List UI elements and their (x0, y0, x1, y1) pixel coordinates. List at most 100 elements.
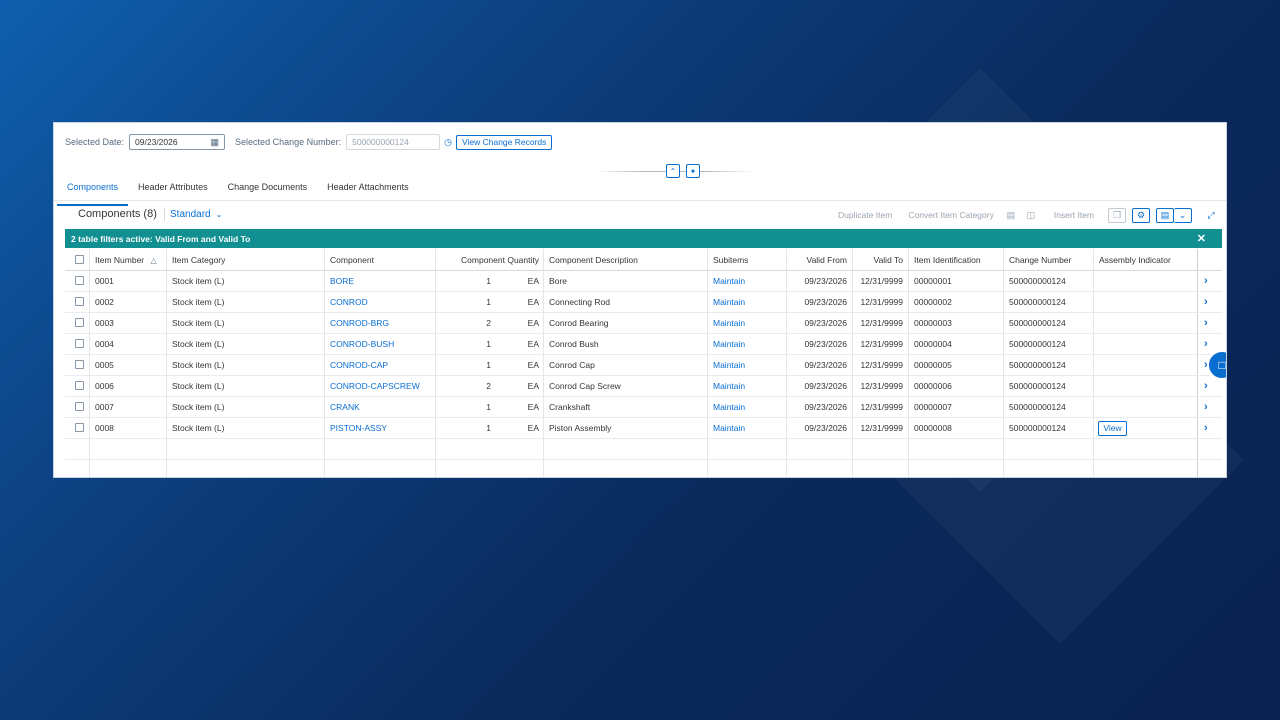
comment-icon[interactable]: ▤ (1004, 208, 1018, 222)
quantity-cell: 1 (486, 276, 491, 286)
row-checkbox[interactable] (75, 297, 84, 306)
subitems-maintain-link[interactable]: Maintain (713, 313, 745, 333)
table-header-row: Item Number △ Item Category Component Co… (65, 249, 1222, 271)
header-item-number-label: Item Number (95, 255, 145, 265)
settings-button[interactable]: ⚙ (1132, 207, 1150, 223)
table-row[interactable]: 0004 Stock item (L) CONROD-BUSH 1 EA Conrod B… (65, 334, 1222, 355)
component-link[interactable]: CONROD (330, 292, 368, 312)
row-checkbox[interactable] (75, 360, 84, 369)
component-link[interactable]: CONROD-BUSH (330, 334, 394, 354)
header-subitems[interactable]: Subitems (713, 249, 748, 271)
selected-date-value: 09/23/2026 (135, 137, 178, 147)
table-row[interactable]: 0007 Stock item (L) CRANK 1 EA Crankshaft Main… (65, 397, 1222, 418)
tab-divider (54, 200, 1226, 201)
subitems-maintain-link[interactable]: Maintain (713, 376, 745, 396)
header-valid-from[interactable]: Valid From (786, 249, 847, 271)
assembly-view-button[interactable]: View (1098, 421, 1127, 436)
export-menu-button[interactable]: ⌄ (1174, 207, 1192, 223)
tab-header-attachments[interactable]: Header Attachments (317, 180, 419, 200)
table-row[interactable]: 0008 Stock item (L) PISTON-ASSY 1 EA Piston A… (65, 418, 1222, 439)
tab-change-documents[interactable]: Change Documents (218, 180, 318, 200)
selected-date-input[interactable]: 09/23/2026 ▦ (129, 134, 226, 150)
row-navigation-chevron-icon[interactable]: › (1204, 376, 1208, 396)
value-help-icon[interactable]: ◷ (444, 137, 452, 148)
empty-row (65, 460, 1222, 477)
item-category-cell: Stock item (L) (172, 381, 225, 391)
table-row[interactable]: 0003 Stock item (L) CONROD-BRG 2 EA Conrod Be… (65, 313, 1222, 334)
header-valid-to[interactable]: Valid To (852, 249, 903, 271)
components-table: Item Number △ Item Category Component Co… (65, 249, 1222, 477)
row-navigation-chevron-icon[interactable]: › (1204, 334, 1208, 354)
duplicate-item-button[interactable]: Duplicate Item (838, 210, 892, 220)
row-navigation-chevron-icon[interactable]: › (1204, 292, 1208, 312)
item-identification-cell: 00000004 (914, 339, 952, 349)
header-collapse-area: ⌃ ✦ (594, 163, 754, 179)
table-row[interactable]: 0001 Stock item (L) BORE 1 EA Bore Maintain 09/… (65, 271, 1222, 292)
row-checkbox[interactable] (75, 276, 84, 285)
valid-from-cell: 09/23/2026 (804, 360, 847, 370)
variant-selector[interactable]: Standard ⌄ (163, 208, 222, 221)
header-change-number[interactable]: Change Number (1009, 249, 1071, 271)
valid-from-cell: 09/23/2026 (804, 276, 847, 286)
filter-info-text: 2 table filters active: Valid From and V… (71, 233, 251, 244)
subitems-maintain-link[interactable]: Maintain (713, 292, 745, 312)
table-toolbar: Components (8) Standard ⌄ Duplicate Item… (78, 207, 1218, 225)
row-checkbox[interactable] (75, 423, 84, 432)
change-number-cell: 500000000124 (1009, 423, 1066, 433)
header-item-category[interactable]: Item Category (172, 249, 225, 271)
calendar-icon[interactable]: ▦ (211, 137, 220, 148)
document-icon[interactable]: ◫ (1024, 208, 1038, 222)
row-checkbox[interactable] (75, 318, 84, 327)
header-component[interactable]: Component (330, 249, 374, 271)
collapse-header-button[interactable]: ⌃ (666, 164, 680, 178)
convert-item-category-button[interactable]: Convert Item Category (908, 210, 994, 220)
row-navigation-chevron-icon[interactable]: › (1204, 271, 1208, 291)
tab-components[interactable]: Components (57, 180, 129, 206)
row-navigation-chevron-icon[interactable]: › (1204, 397, 1208, 417)
valid-to-cell: 12/31/9999 (860, 381, 903, 391)
component-link[interactable]: CRANK (330, 397, 360, 417)
header-assembly-indicator[interactable]: Assembly Indicator (1099, 249, 1171, 271)
variant-name: Standard (170, 209, 211, 220)
change-number-input[interactable]: 500000000124 (346, 134, 441, 150)
row-checkbox[interactable] (75, 339, 84, 348)
change-number-cell: 500000000124 (1009, 297, 1066, 307)
insert-item-button[interactable]: Insert Item (1054, 210, 1094, 220)
subitems-maintain-link[interactable]: Maintain (713, 397, 745, 417)
export-icon: ▤ (1160, 209, 1170, 220)
table-body: 0001 Stock item (L) BORE 1 EA Bore Maintain 09/… (65, 271, 1222, 439)
chat-icon: □ (1218, 358, 1226, 372)
description-cell: Conrod Bush (549, 339, 599, 349)
subitems-maintain-link[interactable]: Maintain (713, 355, 745, 375)
copy-button[interactable]: ❐ (1108, 207, 1126, 223)
fullscreen-icon[interactable]: ⤢ (1204, 208, 1218, 222)
table-row[interactable]: 0002 Stock item (L) CONROD 1 EA Connecting Ro… (65, 292, 1222, 313)
close-icon[interactable]: ✕ (1197, 232, 1206, 245)
header-item-identification[interactable]: Item Identification (914, 249, 981, 271)
subitems-maintain-link[interactable]: Maintain (713, 271, 745, 291)
pin-header-button[interactable]: ✦ (686, 164, 700, 178)
component-link[interactable]: CONROD-CAP (330, 355, 388, 375)
component-link[interactable]: PISTON-ASSY (330, 418, 387, 438)
item-category-cell: Stock item (L) (172, 339, 225, 349)
header-component-quantity[interactable]: Component Quantity (435, 249, 539, 271)
component-link[interactable]: CONROD-CAPSCREW (330, 376, 420, 396)
table-row[interactable]: 0006 Stock item (L) CONROD-CAPSCREW 2 EA Conr… (65, 376, 1222, 397)
subitems-maintain-link[interactable]: Maintain (713, 418, 745, 438)
pin-icon: ✦ (689, 166, 697, 176)
export-button[interactable]: ▤ (1156, 207, 1174, 223)
view-change-records-button[interactable]: View Change Records (455, 134, 553, 150)
subitems-maintain-link[interactable]: Maintain (713, 334, 745, 354)
row-checkbox[interactable] (75, 402, 84, 411)
table-row[interactable]: 0005 Stock item (L) CONROD-CAP 1 EA Conrod Ca… (65, 355, 1222, 376)
description-cell: Conrod Bearing (549, 318, 609, 328)
row-navigation-chevron-icon[interactable]: › (1204, 313, 1208, 333)
select-all-checkbox[interactable] (75, 255, 84, 264)
header-item-number[interactable]: Item Number △ (95, 249, 157, 271)
header-component-description[interactable]: Component Description (549, 249, 638, 271)
component-link[interactable]: CONROD-BRG (330, 313, 389, 333)
tab-header-attributes[interactable]: Header Attributes (128, 180, 218, 200)
row-checkbox[interactable] (75, 381, 84, 390)
row-navigation-chevron-icon[interactable]: › (1204, 418, 1208, 438)
component-link[interactable]: BORE (330, 271, 354, 291)
